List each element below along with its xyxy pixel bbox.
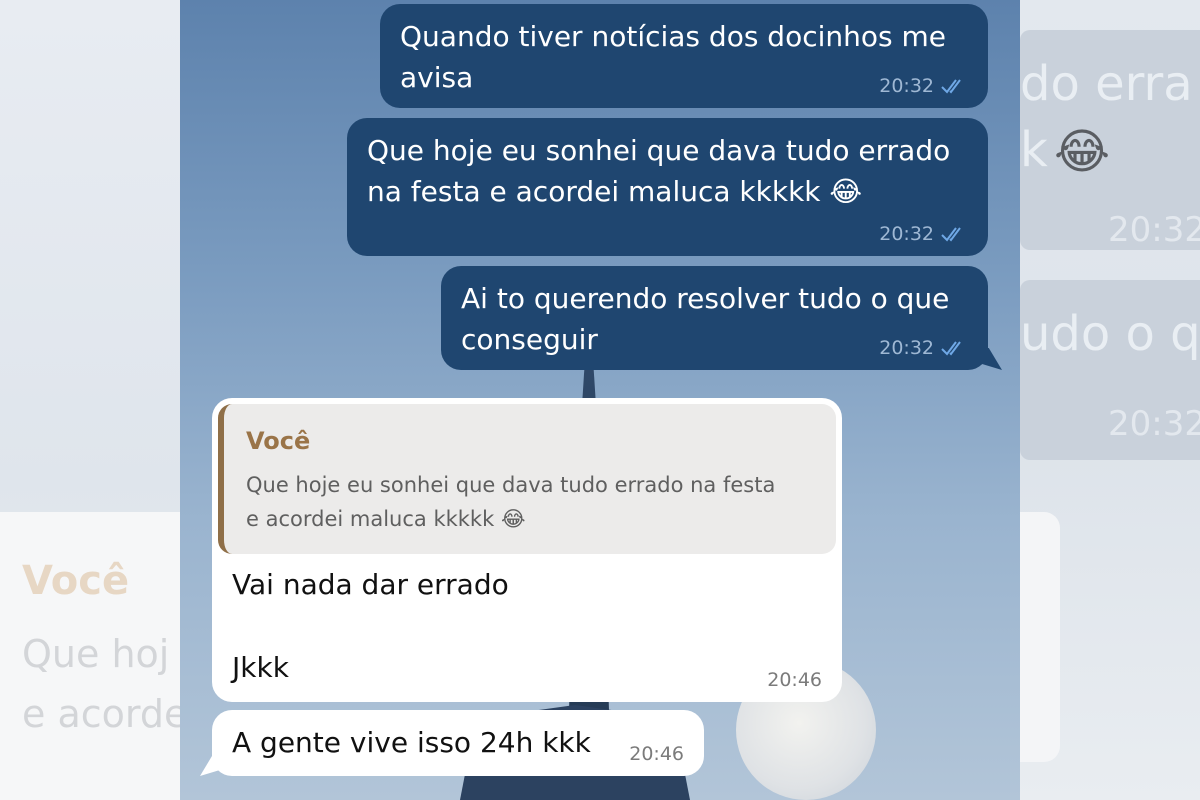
reply-line-with-emoji: e acordei maluca kkkkk 😂 (246, 502, 820, 536)
background-right-panel: do erra k 😂 20:32 udo o q 20:32 (1020, 0, 1200, 800)
outgoing-message[interactable]: Ai to querendo resolver tudo o que conse… (441, 266, 988, 370)
double-check-icon (941, 227, 961, 242)
background-fragment: k (1020, 122, 1048, 178)
message-line: na festa e acordei maluca kkkkk (367, 175, 821, 208)
reply-line: Que hoje eu sonhei que dava tudo errado … (246, 473, 776, 497)
message-time: 20:32 (879, 337, 934, 359)
background-fragment: do erra (1020, 56, 1193, 112)
message-line: Ai to querendo resolver tudo o que (461, 282, 950, 315)
background-reply-author: Você (22, 558, 130, 604)
background-time: 20:32 (1108, 210, 1200, 250)
message-line: Quando tiver notícias dos docinhos me (400, 20, 946, 53)
message-time: 20:46 (767, 669, 822, 691)
outgoing-message[interactable]: Quando tiver notícias dos docinhos me av… (380, 4, 988, 108)
bubble-tail (200, 754, 222, 776)
incoming-message[interactable]: Você Que hoje eu sonhei que dava tudo er… (212, 398, 842, 702)
message-line: Que hoje eu sonhei que dava tudo errado (367, 134, 951, 167)
message-line-with-emoji: na festa e acordei maluca kkkkk 😂 (367, 171, 968, 212)
background-fragment: udo o q (1020, 306, 1200, 362)
message-text: A gente vive isso 24h kkk (232, 726, 591, 759)
double-check-icon (941, 79, 961, 94)
message-line: Jkkk (232, 651, 289, 684)
laughing-emoji-icon: 😂 (1054, 124, 1111, 180)
message-line: Vai nada dar errado (232, 568, 509, 601)
background-reply-line: e acorde (22, 692, 180, 736)
chat-thread[interactable]: Quando tiver notícias dos docinhos me av… (180, 0, 1020, 800)
background-time: 20:32 (1108, 404, 1200, 444)
background-reply-line: Que hoj (22, 632, 170, 676)
message-meta: 20:46 (767, 668, 822, 692)
laughing-emoji-icon: 😂 (500, 507, 526, 531)
reply-line: e acordei maluca kkkkk (246, 507, 495, 531)
incoming-message[interactable]: A gente vive isso 24h kkk 20:46 (212, 710, 704, 776)
background-reply-card (1020, 512, 1060, 762)
outgoing-message[interactable]: Que hoje eu sonhei que dava tudo errado … (347, 118, 988, 256)
reply-author: Você (246, 427, 311, 455)
bubble-tail (980, 348, 1002, 370)
message-meta: 20:32 (879, 74, 968, 98)
message-meta: 20:32 (879, 336, 968, 360)
laughing-emoji-icon: 😂 (829, 175, 863, 208)
message-meta: 20:32 (879, 222, 968, 246)
background-left-panel: Você Que hoj e acorde (0, 0, 180, 800)
double-check-icon (941, 341, 961, 356)
reply-text: Que hoje eu sonhei que dava tudo errado … (246, 468, 820, 536)
message-time: 20:32 (879, 223, 934, 245)
reply-quote[interactable]: Você Que hoje eu sonhei que dava tudo er… (218, 404, 836, 554)
message-time: 20:32 (879, 75, 934, 97)
message-time: 20:46 (629, 743, 684, 765)
message-meta: 20:46 (629, 742, 684, 766)
